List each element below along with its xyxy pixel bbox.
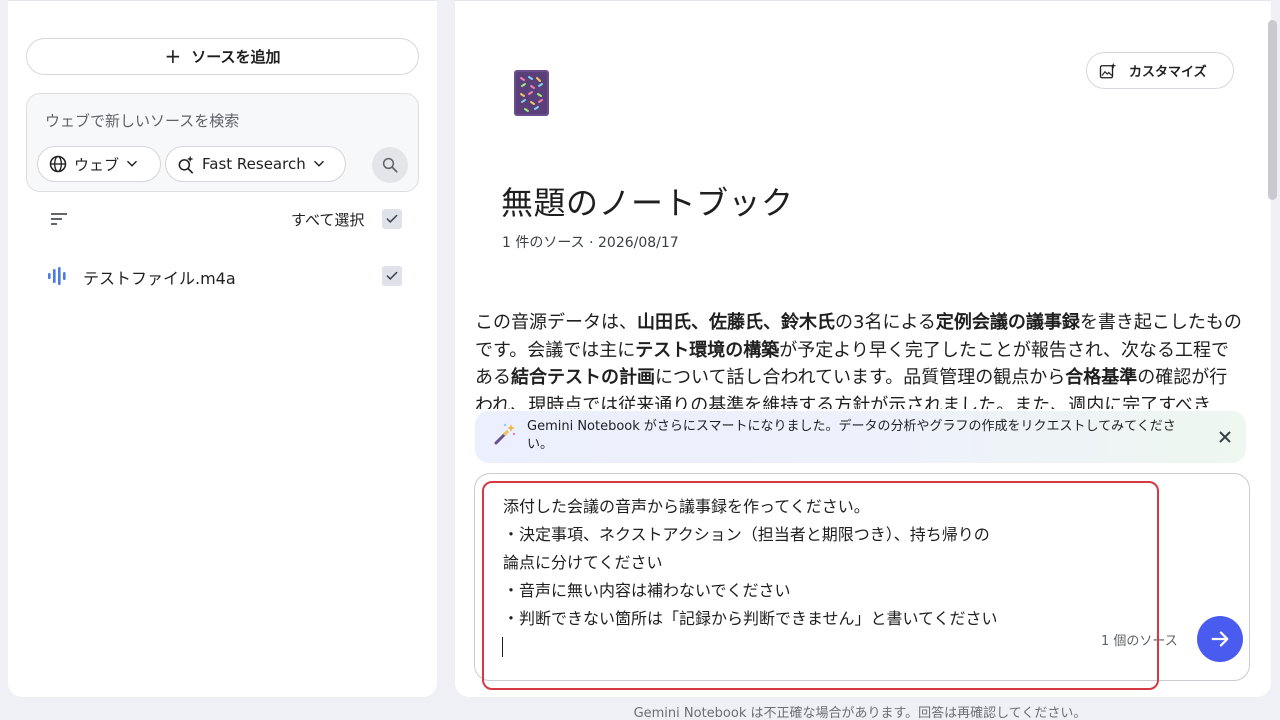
chat-input[interactable]: 添付した会議の音声から議事録を作ってください。 ・決定事項、ネクストアクション（… <box>503 493 1083 633</box>
source-type-label: ウェブ <box>74 155 120 174</box>
customize-label: カスタマイズ <box>1129 65 1207 80</box>
source-type-dropdown[interactable]: ウェブ <box>37 146 161 182</box>
summary-bold-text: 定例会議の議事録 <box>935 312 1080 333</box>
search-icon <box>382 157 398 173</box>
add-source-label: ソースを追加 <box>191 48 281 66</box>
select-all-label: すべて選択 <box>291 211 365 229</box>
source-file-name[interactable]: テストファイル.m4a <box>83 265 236 289</box>
arrow-right-icon <box>1211 631 1229 647</box>
chevron-down-icon <box>127 160 137 167</box>
send-button[interactable] <box>1197 616 1243 662</box>
add-source-button[interactable]: + ソースを追加 <box>26 38 419 75</box>
plus-icon: + <box>164 43 182 68</box>
notebook-panel: カスタマイズ 無題のノートブック 1 件のソース · 2026/08/17 この… <box>455 0 1271 697</box>
audio-icon <box>47 266 67 290</box>
feature-banner: Gemini Notebook がさらにスマートになりました。データの分析やグラ… <box>475 411 1246 463</box>
globe-icon <box>49 155 67 173</box>
sources-panel: + ソースを追加 ウェブで新しいソースを検索 ウェブ Fast Research <box>8 0 437 697</box>
notebook-meta: 1 件のソース · 2026/08/17 <box>502 235 679 251</box>
close-icon[interactable] <box>1218 430 1232 444</box>
banner-text: Gemini Notebook がさらにスマートになりました。データの分析やグラ… <box>527 419 1176 452</box>
search-button[interactable] <box>372 147 408 183</box>
check-icon <box>386 271 398 280</box>
summary-bold-text: 山田氏、佐藤氏、鈴木氏 <box>637 312 835 333</box>
customize-button[interactable]: カスタマイズ <box>1086 52 1234 89</box>
notebook-emoji-icon <box>514 70 549 116</box>
summary-text: の3名による <box>835 312 936 333</box>
select-all-checkbox[interactable] <box>382 209 402 229</box>
summary-bold-text: 合格基準 <box>1065 367 1138 388</box>
footer-disclaimer: Gemini Notebook は不正確な場合があります。回答は再確認してくださ… <box>633 706 1087 720</box>
check-icon <box>386 214 398 223</box>
text-caret <box>502 637 503 657</box>
chat-input-box[interactable]: 添付した会議の音声から議事録を作ってください。 ・決定事項、ネクストアクション（… <box>474 473 1250 681</box>
summary-text: について話し合われています。品質管理の観点から <box>655 367 1066 388</box>
source-count-label: 1 個のソース <box>1101 634 1178 649</box>
notebook-summary: この音源データは、山田氏、佐藤氏、鈴木氏の3名による定例会議の議事録を書き起こし… <box>475 309 1245 409</box>
magic-wand-icon <box>494 423 516 445</box>
summary-text: この音源データは、 <box>475 312 637 333</box>
web-search-input[interactable]: ウェブで新しいソースを検索 <box>45 110 239 131</box>
summary-bold-text: 結合テストの計画 <box>511 367 655 388</box>
research-mode-dropdown[interactable]: Fast Research <box>165 146 346 182</box>
sparkle-search-icon <box>178 155 194 174</box>
chevron-down-icon <box>313 160 324 167</box>
scrollbar-thumb[interactable] <box>1268 20 1277 200</box>
image-sparkle-icon <box>1099 62 1117 78</box>
summary-bold-text: テスト環境の構築 <box>635 339 780 361</box>
research-mode-label: Fast Research <box>202 155 306 173</box>
sort-filter-icon[interactable] <box>50 211 68 230</box>
source-file-checkbox[interactable] <box>382 266 402 286</box>
web-search-box[interactable]: ウェブで新しいソースを検索 ウェブ Fast Research <box>26 93 419 192</box>
notebook-title[interactable]: 無題のノートブック <box>501 178 794 224</box>
